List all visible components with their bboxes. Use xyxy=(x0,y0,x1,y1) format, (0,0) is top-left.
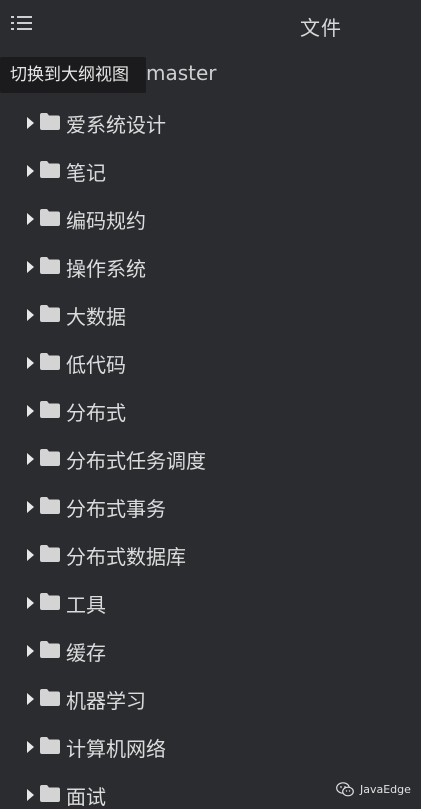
tree-item[interactable]: 低代码 xyxy=(0,338,421,386)
folder-icon xyxy=(40,737,60,754)
folder-icon xyxy=(40,209,60,226)
tooltip: 切换到大纲视图 xyxy=(0,57,146,93)
tree-item-label: 机器学习 xyxy=(66,689,146,713)
folder-icon xyxy=(40,497,60,514)
tree-item[interactable]: 编码规约 xyxy=(0,194,421,242)
outline-list-icon xyxy=(11,16,32,30)
folder-icon xyxy=(40,545,60,562)
folder-icon xyxy=(40,305,60,322)
folder-icon xyxy=(40,161,60,178)
tree-item-label: 分布式 xyxy=(66,401,126,425)
folder-icon xyxy=(40,449,60,466)
tree-item-label: 编码规约 xyxy=(66,209,146,233)
expand-caret-icon[interactable] xyxy=(27,165,34,177)
folder-icon xyxy=(40,641,60,658)
tree-item[interactable]: 工具 xyxy=(0,578,421,626)
sidebar-header: 文件 xyxy=(0,0,421,48)
expand-caret-icon[interactable] xyxy=(27,213,34,225)
tree-item[interactable]: 分布式数据库 xyxy=(0,530,421,578)
expand-caret-icon[interactable] xyxy=(27,741,34,753)
folder-icon xyxy=(40,689,60,706)
tree-item-label: 分布式任务调度 xyxy=(66,449,206,473)
file-sidebar: 文件 master 切换到大纲视图 爱系统设计 笔记 编码规约 操作系统 大数据… xyxy=(0,0,421,809)
tree-item-label: 大数据 xyxy=(66,305,126,329)
tree-item[interactable]: 笔记 xyxy=(0,146,421,194)
folder-icon xyxy=(40,113,60,130)
tree-item-label: 工具 xyxy=(66,593,106,617)
tree-item[interactable]: 爱系统设计 xyxy=(0,98,421,146)
tree-item[interactable]: 分布式事务 xyxy=(0,482,421,530)
tree-item[interactable]: 操作系统 xyxy=(0,242,421,290)
tree-item-label: 分布式数据库 xyxy=(66,545,186,569)
tree-item-label: 爱系统设计 xyxy=(66,113,166,137)
folder-icon xyxy=(40,785,60,802)
expand-caret-icon[interactable] xyxy=(27,501,34,513)
expand-caret-icon[interactable] xyxy=(27,693,34,705)
folder-icon xyxy=(40,401,60,418)
tree-item-label: 操作系统 xyxy=(66,257,146,281)
tree-item-label: 分布式事务 xyxy=(66,497,166,521)
folder-icon xyxy=(40,593,60,610)
expand-caret-icon[interactable] xyxy=(27,549,34,561)
tree-item-label: 笔记 xyxy=(66,161,106,185)
expand-caret-icon[interactable] xyxy=(27,309,34,321)
tree-item[interactable]: 大数据 xyxy=(0,290,421,338)
tree-item-label: 面试 xyxy=(66,785,106,809)
tree-item-label: 缓存 xyxy=(66,641,106,665)
expand-caret-icon[interactable] xyxy=(27,645,34,657)
folder-icon xyxy=(40,257,60,274)
expand-caret-icon[interactable] xyxy=(27,261,34,273)
expand-caret-icon[interactable] xyxy=(27,117,34,129)
file-tree: 爱系统设计 笔记 编码规约 操作系统 大数据 低代码 分布式 分布式任务调度 分… xyxy=(0,98,421,809)
folder-icon xyxy=(40,353,60,370)
expand-caret-icon[interactable] xyxy=(27,405,34,417)
tree-item-label: 低代码 xyxy=(66,353,126,377)
tree-item[interactable]: 缓存 xyxy=(0,626,421,674)
wechat-icon xyxy=(336,782,354,797)
root-folder-label: master xyxy=(146,61,217,85)
outline-toggle-button[interactable] xyxy=(10,13,34,33)
tree-item[interactable]: 分布式 xyxy=(0,386,421,434)
expand-caret-icon[interactable] xyxy=(27,453,34,465)
tree-item[interactable]: 分布式任务调度 xyxy=(0,434,421,482)
tree-item[interactable]: 面试 xyxy=(0,770,421,809)
tree-item[interactable]: 计算机网络 xyxy=(0,722,421,770)
tree-item-label: 计算机网络 xyxy=(66,737,166,761)
expand-caret-icon[interactable] xyxy=(27,789,34,801)
watermark-text: JavaEdge xyxy=(360,783,411,796)
expand-caret-icon[interactable] xyxy=(27,357,34,369)
panel-title: 文件 xyxy=(300,16,342,40)
expand-caret-icon[interactable] xyxy=(27,597,34,609)
tree-item[interactable]: 机器学习 xyxy=(0,674,421,722)
